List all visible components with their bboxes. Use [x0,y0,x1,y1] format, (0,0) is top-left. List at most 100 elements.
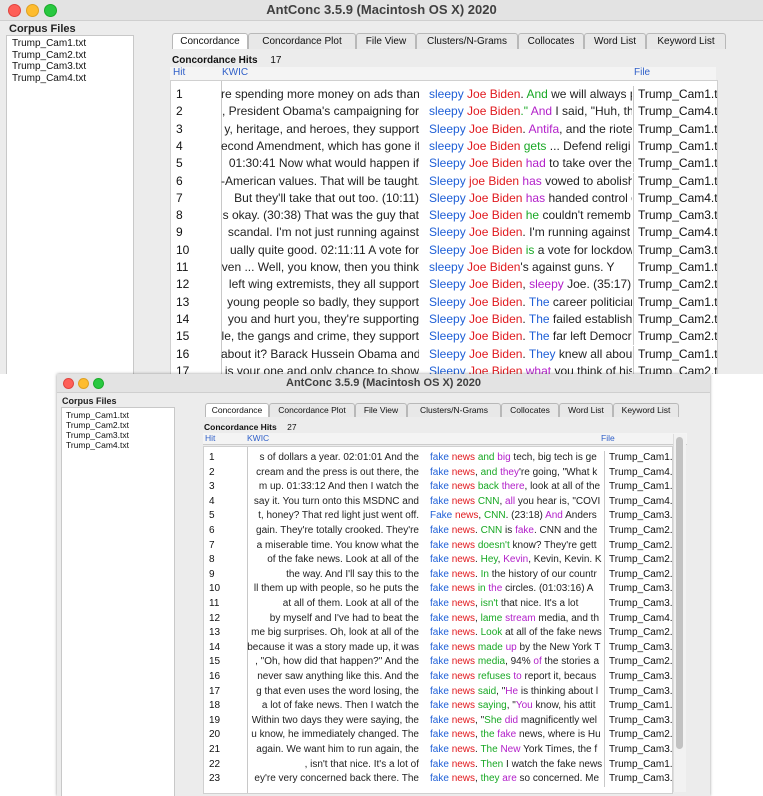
vertical-scrollbar[interactable] [673,434,686,792]
hit-column-header[interactable]: Hit [173,67,185,78]
file-name: Trump_Cam1.t [633,259,717,277]
scrollbar-thumb[interactable] [676,437,683,749]
context-word: so concerned. Me [516,773,600,785]
context-word: failed establishm [552,311,632,326]
concordance-row[interactable]: 16 about it? Barack Hussein Obama and Slee… [171,345,717,363]
concordance-row[interactable]: 2 , President Obama's campaigning for slee… [171,103,717,121]
corpus-file-item[interactable]: Trump_Cam4.txt [66,440,174,450]
concordance-row[interactable]: 20 u know, he immediately changed. The fak… [204,728,672,743]
context-word: Joe. (35:17) [563,277,632,292]
concordance-row[interactable]: 3 m up. 01:33:12 And then I watch the fake… [204,480,672,495]
keyword-and-right-context: fake news, they are so concerned. Me [430,772,604,787]
file-column-header[interactable]: File [601,433,615,443]
concordance-row[interactable]: 5 01:30:41 Now what would happen if Sleepy… [171,155,717,173]
concordance-row[interactable]: 13 me big surprises. Oh, look at all of t… [204,626,672,641]
context-word: news [451,568,476,580]
left-context: -American values. That will be taught. [221,173,419,188]
corpus-file-item[interactable]: Trump_Cam4.txt [7,73,133,85]
corpus-file-item[interactable]: Trump_Cam3.txt [7,61,133,73]
tab-word-list[interactable]: Word List [559,403,613,417]
concordance-row[interactable]: 15 , "Oh, how did that happen?" And the fa… [204,655,672,670]
context-word: news [451,700,478,712]
context-word: Biden [491,294,523,309]
keyword-and-right-context: fake news in the circles. (01:03:16) A [430,582,604,597]
concordance-row[interactable]: 6 gain. They're totally crooked. They're f… [204,524,672,539]
close-button[interactable] [8,4,21,17]
concordance-row[interactable]: 12 left wing extremists, they all support… [171,276,717,294]
concordance-row[interactable]: 21 again. We want him to run again, the fa… [204,743,672,758]
tab-collocates[interactable]: Collocates [501,403,559,417]
minimize-button[interactable] [26,4,39,17]
minimize-button[interactable] [78,378,89,389]
concordance-table[interactable]: 1 s of dollars a year. 02:01:01 And the fa… [203,446,673,794]
concordance-row[interactable]: 17 is your one and only chance to show Sle… [171,362,717,374]
concordance-row[interactable]: 12 by myself and I've had to beat the fake… [204,611,672,627]
file-column-header[interactable]: File [634,67,650,78]
concordance-row[interactable]: 10 ually quite good. 02:11:11 A vote for S… [171,241,717,259]
keyword-and-right-context: fake news said, "He is thinking about l [430,685,604,700]
concordance-row[interactable]: 15 le, the gangs and crime, they support S… [171,328,717,346]
corpus-file-item[interactable]: Trump_Cam2.txt [7,50,133,62]
tab-clusters-n-grams[interactable]: Clusters/N-Grams [416,33,518,49]
close-button[interactable] [63,378,74,389]
tab-clusters-n-grams[interactable]: Clusters/N-Grams [407,403,501,417]
concordance-row[interactable]: 1 s of dollars a year. 02:01:01 And the fa… [204,451,672,466]
concordance-row[interactable]: 4 econd Amendment, which has gone if sleep… [171,137,717,156]
concordance-row[interactable]: 7 But they'll take that out too. (10:11) S… [171,189,717,208]
tab-keyword-list[interactable]: Keyword List [646,33,726,49]
concordance-row[interactable]: 19 Within two days they were saying, the f… [204,713,672,729]
concordance-row[interactable]: 2 cream and the press is out there, the fa… [204,465,672,481]
tab-concordance[interactable]: Concordance [172,33,248,49]
tab-keyword-list[interactable]: Keyword List [613,403,679,417]
zoom-button[interactable] [44,4,57,17]
concordance-row[interactable]: 14 you and hurt you, they're supporting Sl… [171,310,717,329]
hit-column-header[interactable]: Hit [205,433,215,443]
corpus-file-item[interactable]: Trump_Cam3.txt [66,430,174,440]
concordance-row[interactable]: 14 because it was a story made up, it was… [204,640,672,656]
concordance-row[interactable]: 7 a miserable time. You know what the fake… [204,538,672,554]
tab-concordance[interactable]: Concordance [205,403,269,417]
concordance-row[interactable]: 10 ll them up with people, so he puts the… [204,582,672,597]
concordance-table[interactable]: 1 re spending more money on ads than sleep… [170,80,718,374]
tab-file-view[interactable]: File View [355,403,407,417]
left-context: is your one and only chance to show [224,363,419,374]
context-word: all [505,495,516,507]
tab-concordance-plot[interactable]: Concordance Plot [248,33,356,49]
context-word: to [513,671,522,682]
concordance-row[interactable]: 16 never saw anything like this. And the f… [204,670,672,685]
concordance-row[interactable]: 13 young people so badly, they support Sle… [171,293,717,311]
concordance-row[interactable]: 9 the way. And I'll say this to the fake n… [204,567,672,583]
corpus-file-item[interactable]: Trump_Cam1.txt [7,38,133,50]
concordance-row[interactable]: 3 y, heritage, and heroes, they support Sl… [171,120,717,138]
corpus-file-item[interactable]: Trump_Cam1.txt [66,410,174,420]
context-word: And [530,104,553,119]
concordance-row[interactable]: 18 a lot of fake news. Then I watch the fa… [204,699,672,714]
corpus-file-list[interactable]: Trump_Cam1.txt Trump_Cam2.txt Trump_Cam3.t… [6,35,134,374]
concordance-row[interactable]: 17 g that even uses the word losing, the f… [204,684,672,700]
concordance-row[interactable]: 4 say it. You turn onto this MSDNC and fak… [204,494,672,510]
concordance-row[interactable]: 6 -American values. That will be taught. S… [171,172,717,190]
tab-collocates[interactable]: Collocates [518,33,584,49]
concordance-row[interactable]: 5 t, honey? That red light just went off.… [204,509,672,524]
corpus-file-item[interactable]: Trump_Cam2.txt [66,420,174,430]
concordance-row[interactable]: 11 at all of them. Look at all of the fake… [204,597,672,612]
concordance-row[interactable]: 23 ey're very concerned back there. The fa… [204,772,672,787]
concordance-row[interactable]: 22 , isn't that nice. It's a lot of fake n… [204,757,672,773]
concordance-row[interactable]: 8 s okay. (30:38) That was the guy that Sl… [171,207,717,225]
tab-file-view[interactable]: File View [356,33,416,49]
concordance-row[interactable]: 9 scandal. I'm not just running against Sl… [171,224,717,242]
hit-number: 6 [209,525,215,536]
hit-number: 5 [209,510,215,522]
kwic-column-header[interactable]: KWIC [222,67,248,78]
concordance-row[interactable]: 11 ven ... Well, you know, then you think… [171,259,717,277]
tab-word-list[interactable]: Word List [584,33,646,49]
hits-count: 17 [270,55,282,66]
file-name: Trump_Cam3.t [633,207,717,225]
concordance-row[interactable]: 1 re spending more money on ads than sleep… [171,86,717,104]
search-term: Sleepy [429,242,470,257]
concordance-row[interactable]: 8 of the fake news. Look at all of the fak… [204,553,672,568]
zoom-button[interactable] [93,378,104,389]
corpus-file-list[interactable]: Trump_Cam1.txt Trump_Cam2.txt Trump_Cam3.t… [61,407,175,796]
kwic-column-header[interactable]: KWIC [247,433,269,443]
tab-concordance-plot[interactable]: Concordance Plot [269,403,355,417]
